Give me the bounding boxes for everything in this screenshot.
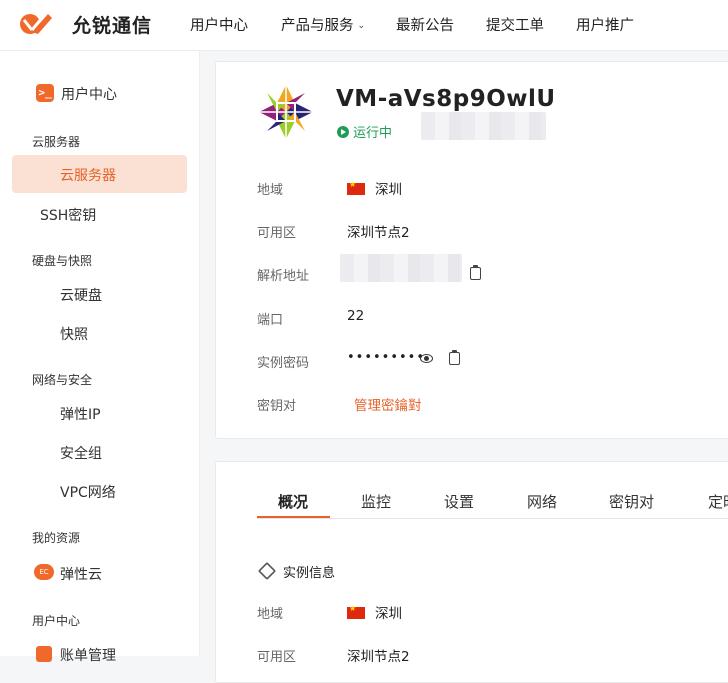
china-flag-icon [347,180,365,195]
nav-products-services[interactable]: 产品与服务 ⌄ [281,14,365,35]
sidebar-item-label: 云服务器 [60,168,116,184]
copy-address-icon[interactable] [470,265,481,280]
eye-icon[interactable] [420,354,433,363]
chevron-down-icon: ⌄ [357,21,366,31]
overview-region-value: 深圳 [347,602,402,622]
nav-user-referral[interactable]: 用户推广 [576,14,634,35]
tab-keypair[interactable]: 密钥对 [609,491,654,512]
port-value: 22 [347,308,365,324]
region-label: 地域 [257,183,284,198]
bill-icon [36,646,52,662]
tab-scheduled[interactable]: 定时 [708,491,728,512]
sidebar-item-vpc-network[interactable]: VPC网络 [60,482,116,502]
brand-name[interactable]: 允锐通信 [72,11,152,38]
zone-label: 可用区 [257,226,297,241]
keypair-label: 密钥对 [257,399,297,414]
region-value: 深圳 [347,178,402,198]
sidebar-item-elastic-ip[interactable]: 弹性IP [60,404,101,424]
sidebar-group-user-center: 用户中心 [32,614,81,628]
sidebar-item-cloud-server[interactable]: 云服务器 [12,155,187,193]
region-text: 深圳 [375,182,402,198]
password-value: ••••••••• [347,350,426,365]
tab-monitoring[interactable]: 监控 [361,491,391,512]
tab-overview[interactable]: 概况 [278,491,308,512]
address-redacted-blur [340,254,462,282]
sidebar-group-network-security: 网络与安全 [32,373,93,387]
sidebar-user-center-label: 用户中心 [61,87,117,103]
sidebar-group-cloud-servers: 云服务器 [32,135,81,149]
zone-value: 深圳节点2 [347,225,410,241]
tab-settings[interactable]: 设置 [444,491,474,512]
sidebar-item-security-group[interactable]: 安全组 [60,443,102,463]
sidebar-item-snapshot[interactable]: 快照 [60,324,88,344]
nav-announcements[interactable]: 最新公告 [396,14,454,35]
overview-region-text: 深圳 [375,606,402,622]
sidebar-item-ssh-keys[interactable]: SSH密钥 [40,205,96,225]
tab-network[interactable]: 网络 [527,491,557,512]
cube-icon [257,561,277,581]
elastic-cloud-icon: EC [34,564,54,580]
overview-region-label: 地域 [257,607,284,622]
section-title-text: 实例信息 [283,566,336,581]
china-flag-icon [347,604,365,619]
brand-logo-icon[interactable] [18,6,54,42]
overview-zone-value: 深圳节点2 [347,649,410,665]
nav-user-center[interactable]: 用户中心 [190,14,248,35]
terminal-icon: >_ [36,84,54,102]
manage-keypair-link[interactable]: 管理密鑰對 [354,394,422,414]
active-tab-indicator [257,516,330,518]
top-navbar: 允锐通信 用户中心 产品与服务 ⌄ 最新公告 提交工单 用户推广 [0,0,728,51]
sidebar-item-elastic-cloud[interactable]: 弹性云 [60,564,102,584]
nav-products-label: 产品与服务 [281,18,354,34]
status-text: 运行中 [353,126,393,141]
centos-logo-icon [259,85,313,139]
sidebar-item-cloud-disk[interactable]: 云硬盘 [60,285,102,305]
sidebar: >_ 用户中心 云服务器 云服务器 SSH密钥 硬盘与快照 云硬盘 快照 网络与… [0,51,200,664]
section-title: 实例信息 [257,561,336,581]
nav-submit-ticket[interactable]: 提交工单 [486,14,544,35]
port-label: 端口 [257,313,284,328]
redacted-blur [421,112,546,140]
tabs-divider [257,518,728,519]
instance-detail-card: 概况 监控 设置 网络 密钥对 定时 实例信息 地域 深圳 可用区 深圳节点2 [215,461,728,683]
status-badge: 运行中 [337,122,392,141]
sidebar-group-disks-snapshots: 硬盘与快照 [32,254,93,268]
running-status-icon [337,126,349,138]
address-label: 解析地址 [257,269,310,284]
password-label: 实例密码 [257,356,310,371]
instance-name: VM-aVs8p9OwlU [336,86,556,112]
sidebar-group-my-resources: 我的资源 [32,531,81,545]
instance-info-card: VM-aVs8p9OwlU 运行中 地域 深圳 可用区 深圳节点2 解析地址 端… [215,61,728,439]
sidebar-item-billing[interactable]: 账单管理 [60,645,116,665]
copy-password-icon[interactable] [449,350,460,365]
